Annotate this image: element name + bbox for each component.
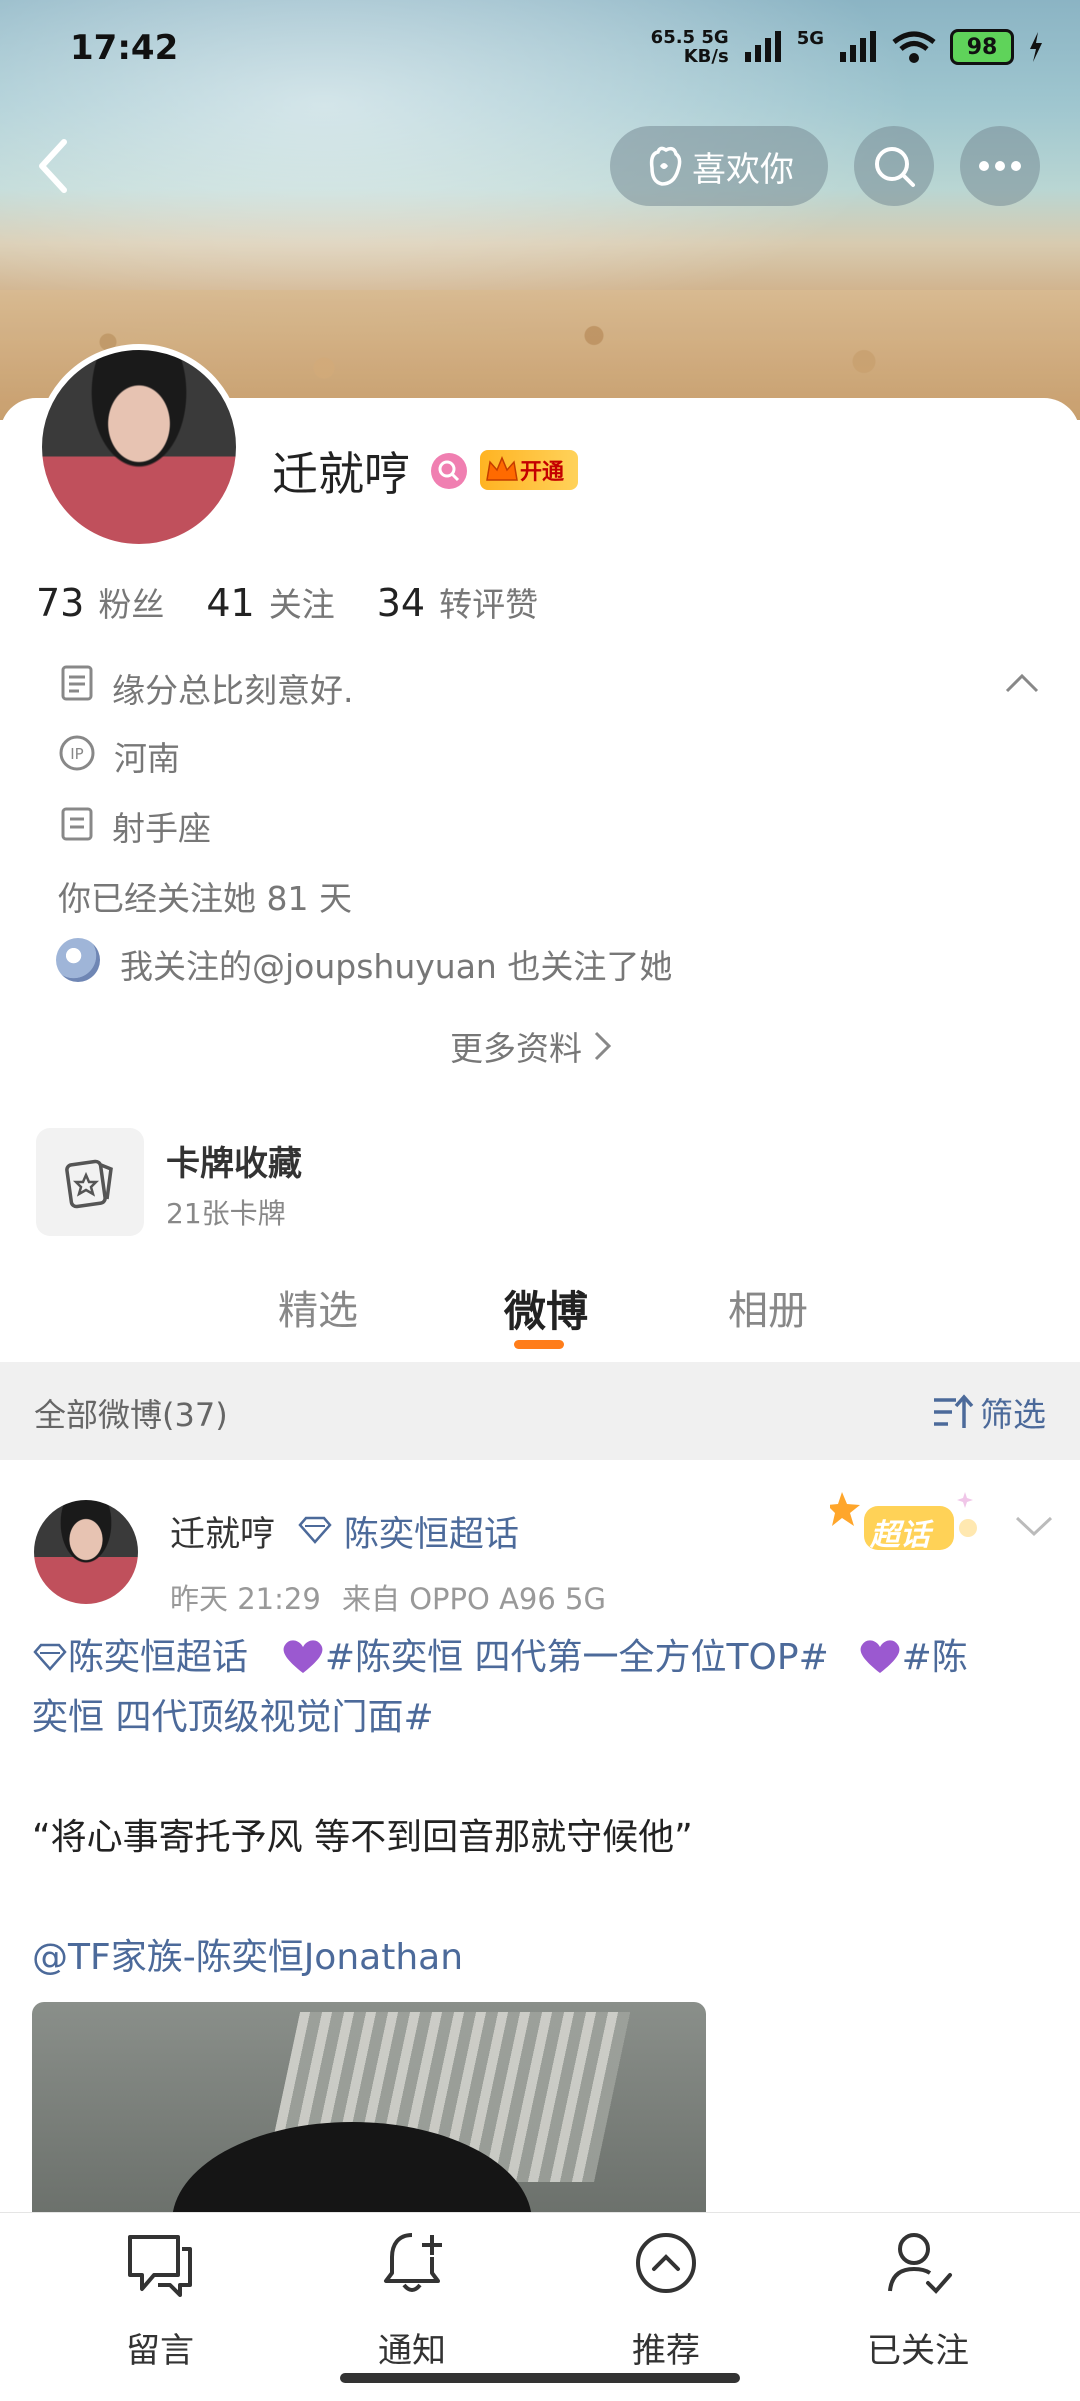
post-topic-inline[interactable]: 陈奕恒超话 <box>68 1637 248 1678</box>
diamond-topic-inline-icon <box>33 1643 67 1671</box>
profile-location: 河南 <box>114 739 180 778</box>
active-tab-indicator <box>514 1340 564 1349</box>
member-circle-icon[interactable] <box>430 452 468 490</box>
chevron-up-icon[interactable] <box>1004 672 1040 694</box>
like-you-button[interactable]: 喜欢你 <box>610 126 828 206</box>
more-dots-icon <box>979 161 1021 171</box>
more-button[interactable] <box>960 126 1040 206</box>
card-collection-count: 21张卡牌 <box>166 1197 286 1230</box>
bio-document-icon <box>61 665 93 701</box>
post-hashtag-1[interactable]: #陈奕恒 四代第一全方位TOP# <box>325 1637 829 1678</box>
post-menu-chevron-icon[interactable] <box>1014 1514 1054 1538</box>
more-info-link[interactable]: 更多资料 <box>450 1022 614 1070</box>
card-collection-icon <box>65 1159 113 1209</box>
status-icons: 65.5 5G KB/s 5G 98 <box>651 28 1044 66</box>
all-posts-count: 全部微博(37) <box>34 1396 228 1434</box>
profile-name: 迁就哼 <box>272 447 410 501</box>
profile-bio: 缘分总比刻意好. <box>112 671 354 710</box>
signal-icon <box>744 31 781 62</box>
filter-label: 筛选 <box>980 1395 1046 1434</box>
super-topic-badge[interactable]: 超话 <box>827 1488 980 1560</box>
hand-heart-icon <box>649 146 682 186</box>
network-tag-1: 5G <box>701 27 729 48</box>
post-author-name[interactable]: 迁就哼 <box>170 1506 275 1557</box>
post-hashtag-2-start[interactable]: #陈 <box>902 1637 968 1678</box>
nav-following-label: 已关注 <box>867 2331 969 2371</box>
tab-weibo[interactable]: 微博 <box>504 1278 588 1339</box>
diamond-topic-icon <box>298 1516 332 1544</box>
stat-following-value: 41 <box>206 581 255 625</box>
stat-fans-value: 73 <box>36 581 85 625</box>
network-speed: 65.5 <box>650 27 696 48</box>
battery-icon: 98 <box>950 29 1014 65</box>
card-collection-title[interactable]: 卡牌收藏 <box>166 1136 302 1185</box>
stat-interactions-value: 34 <box>376 581 426 625</box>
calendar-icon <box>61 807 93 841</box>
stat-following-label: 关注 <box>268 585 335 624</box>
back-arrow-icon[interactable] <box>34 138 74 194</box>
vip-open-badge[interactable]: 开通 <box>480 450 578 490</box>
profile-avatar[interactable] <box>36 344 242 550</box>
search-button[interactable] <box>854 126 934 206</box>
stat-fans-label: 粉丝 <box>98 585 165 624</box>
vip-open-label: 开通 <box>520 460 565 485</box>
stat-following[interactable]: 41 关注 <box>206 578 334 626</box>
stat-interactions[interactable]: 34 转评赞 <box>377 578 538 626</box>
stat-fans[interactable]: 73 粉丝 <box>36 578 164 626</box>
post-body: 陈奕恒超话 #陈奕恒 四代第一全方位TOP# #陈 奕恒 四代顶级视觉门面# “… <box>32 1628 1048 1988</box>
user-check-icon <box>888 2233 952 2294</box>
purple-heart-icon-2 <box>860 1640 900 1673</box>
post-quote: “将心事寄托予风 等不到回音那就守候他” <box>32 1817 693 1858</box>
bottom-nav: 留言 通知 推荐 已关注 <box>0 2212 1080 2401</box>
crown-icon <box>486 456 518 481</box>
chevron-right-icon <box>594 1031 612 1061</box>
post-source: 来自 OPPO A96 5G <box>342 1576 606 1618</box>
post-hashtag-2-end[interactable]: 奕恒 四代顶级视觉门面# <box>32 1688 1048 1748</box>
profile-zodiac: 射手座 <box>112 809 211 848</box>
charging-icon <box>1030 32 1042 62</box>
wifi-icon <box>892 31 936 63</box>
nav-notify-label: 通知 <box>378 2331 446 2371</box>
tab-featured[interactable]: 精选 <box>278 1278 358 1336</box>
svg-text:IP: IP <box>70 745 83 763</box>
post-mention[interactable]: @TF家族-陈奕恒Jonathan <box>32 1928 1048 1988</box>
mutual-follow-text[interactable]: 我关注的@joupshuyuan 也关注了她 <box>120 940 672 988</box>
card-collection-tile[interactable] <box>36 1128 144 1236</box>
post-time: 昨天 21:29 <box>170 1582 321 1616</box>
message-icon <box>128 2235 192 2297</box>
post-topic-link[interactable]: 陈奕恒超话 <box>344 1506 519 1557</box>
tab-album[interactable]: 相册 <box>728 1278 808 1336</box>
mutual-friend-avatar[interactable] <box>56 938 100 982</box>
bell-add-icon <box>384 2233 442 2292</box>
nav-message-label: 留言 <box>126 2331 194 2371</box>
signal-icon-2 <box>840 31 876 62</box>
search-icon <box>875 147 915 187</box>
like-you-label: 喜欢你 <box>692 149 794 190</box>
filter-bar: 全部微博(37) 筛选 <box>0 1362 1080 1460</box>
status-time: 17:42 <box>70 28 179 68</box>
follow-duration: 你已经关注她 81 天 <box>58 879 352 918</box>
super-topic-label: 超话 <box>870 1518 930 1553</box>
profile-stats: 73 粉丝 41 关注 34 转评赞 <box>36 578 538 626</box>
nav-recommend-label: 推荐 <box>632 2331 700 2371</box>
post-source-text: 来自 OPPO A96 5G <box>342 1582 606 1616</box>
up-circle-icon <box>636 2233 696 2293</box>
stat-interactions-label: 转评赞 <box>439 585 539 624</box>
filter-button[interactable]: 筛选 <box>932 1388 1046 1436</box>
home-indicator[interactable] <box>340 2373 740 2383</box>
filter-sort-icon <box>934 1394 974 1428</box>
ip-location-icon: IP <box>59 735 95 771</box>
purple-heart-icon <box>283 1640 323 1673</box>
network-tag-2: 5G <box>796 28 824 49</box>
network-speed-unit: KB/s <box>683 46 729 67</box>
more-info-label: 更多资料 <box>450 1029 582 1068</box>
post-image[interactable] <box>32 2002 706 2212</box>
post-author-avatar[interactable] <box>34 1500 138 1604</box>
